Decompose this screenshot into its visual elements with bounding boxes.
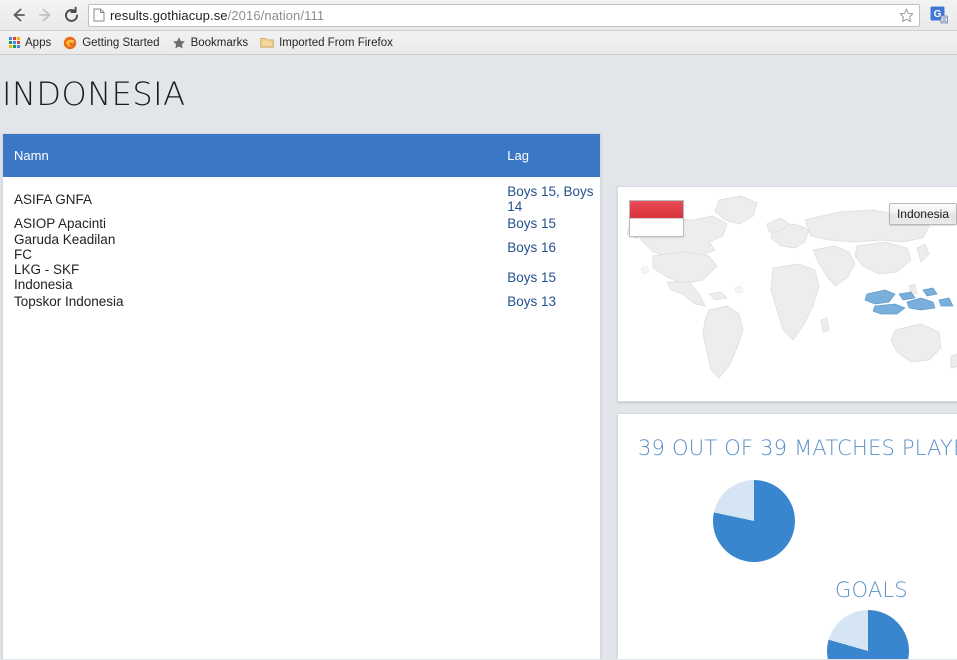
address-bar[interactable]: results.gothiacup.se/2016/nation/111 [88,3,920,27]
google-translate-extension-button[interactable]: G 文 [927,3,951,27]
table-row[interactable]: Garuda Keadilan FC Boys 16 [3,232,600,262]
browser-toolbar: results.gothiacup.se/2016/nation/111 G 文 [0,0,957,31]
cell-lag: Boys 16 [507,239,557,255]
url-text: results.gothiacup.se/2016/nation/111 [110,8,897,23]
bookmarks-bar: Apps Getting Started Bookmarks Imported … [0,31,957,55]
bookmark-star-icon[interactable] [897,6,915,24]
table-row[interactable]: LKG - SKF Indonesia Boys 15 [3,262,600,292]
cell-namn: ASIOP Apacinti [14,215,107,231]
stats-card: 39 OUT OF 39 MATCHES PLAYED L (8) W (29)… [617,413,957,659]
map-card: Indonesia [617,186,957,402]
indonesia-highlight [864,287,954,315]
page-content: INDONESIA Namn Lag ASIFA GNFA Boys 15, B… [0,55,957,659]
matches-played-title: 39 OUT OF 39 MATCHES PLAYED [638,436,957,460]
bookmark-bookmarks[interactable]: Bookmarks [169,33,255,53]
cell-namn: ASIFA GNFA [14,191,93,207]
forward-button[interactable] [32,2,58,28]
cell-lag: Boys 15 [507,269,557,285]
cell-lag: Boys 13 [507,293,557,309]
cell-lag: Boys 15, Boys 14 [507,184,594,214]
column-header-namn[interactable]: Namn [3,134,131,177]
svg-text:文: 文 [941,16,947,24]
star-icon [172,36,186,50]
page-title: INDONESIA [2,75,186,113]
bookmark-getting-started[interactable]: Getting Started [60,33,165,53]
back-arrow-icon [13,8,25,22]
page-document-icon [93,8,105,22]
firefox-icon [63,36,77,50]
cell-namn: Garuda Keadilan FC [14,232,116,262]
cell-namn: LKG - SKF Indonesia [14,262,80,292]
reload-icon [64,6,78,22]
teams-table: Namn Lag ASIFA GNFA Boys 15, Boys 14 ASI… [3,134,600,310]
folder-icon [260,36,274,49]
teams-card: Namn Lag ASIFA GNFA Boys 15, Boys 14 ASI… [2,133,601,659]
apps-grid-icon [9,37,20,48]
google-translate-icon: G 文 [930,6,948,24]
bookmark-imported-from-firefox[interactable]: Imported From Firefox [257,33,399,53]
back-button[interactable] [6,2,32,28]
cell-lag: Boys 15 [507,215,557,231]
teams-table-header-row: Namn Lag [3,134,600,177]
goals-title: GOALS [835,578,908,602]
bookmark-bookmarks-label: Bookmarks [190,36,249,49]
teams-table-body: ASIFA GNFA Boys 15, Boys 14 ASIOP Apacin… [3,177,600,310]
table-row[interactable]: ASIOP Apacinti Boys 15 [3,214,600,232]
bookmark-getting-started-label: Getting Started [82,36,160,49]
table-row[interactable]: Topskor Indonesia Boys 13 [3,292,600,310]
bookmark-imported-label: Imported From Firefox [279,36,393,49]
column-header-lag[interactable]: Lag [130,134,600,177]
table-row[interactable]: ASIFA GNFA Boys 15, Boys 14 [3,177,600,214]
indonesia-flag-icon [629,200,684,237]
bookmark-apps-label: Apps [25,36,52,49]
bookmark-apps[interactable]: Apps [6,33,57,53]
matches-pie-chart [713,480,795,562]
url-host: results.gothiacup.se [110,7,228,23]
goals-pie-chart [827,610,909,659]
forward-arrow-icon [39,8,51,22]
world-map-container[interactable]: Indonesia [623,192,957,396]
reload-button[interactable] [58,2,84,28]
url-path: /2016/nation/111 [227,7,325,23]
cell-namn: Topskor Indonesia [14,293,124,309]
teams-table-head: Namn Lag [3,134,600,177]
map-country-label[interactable]: Indonesia [888,203,957,225]
